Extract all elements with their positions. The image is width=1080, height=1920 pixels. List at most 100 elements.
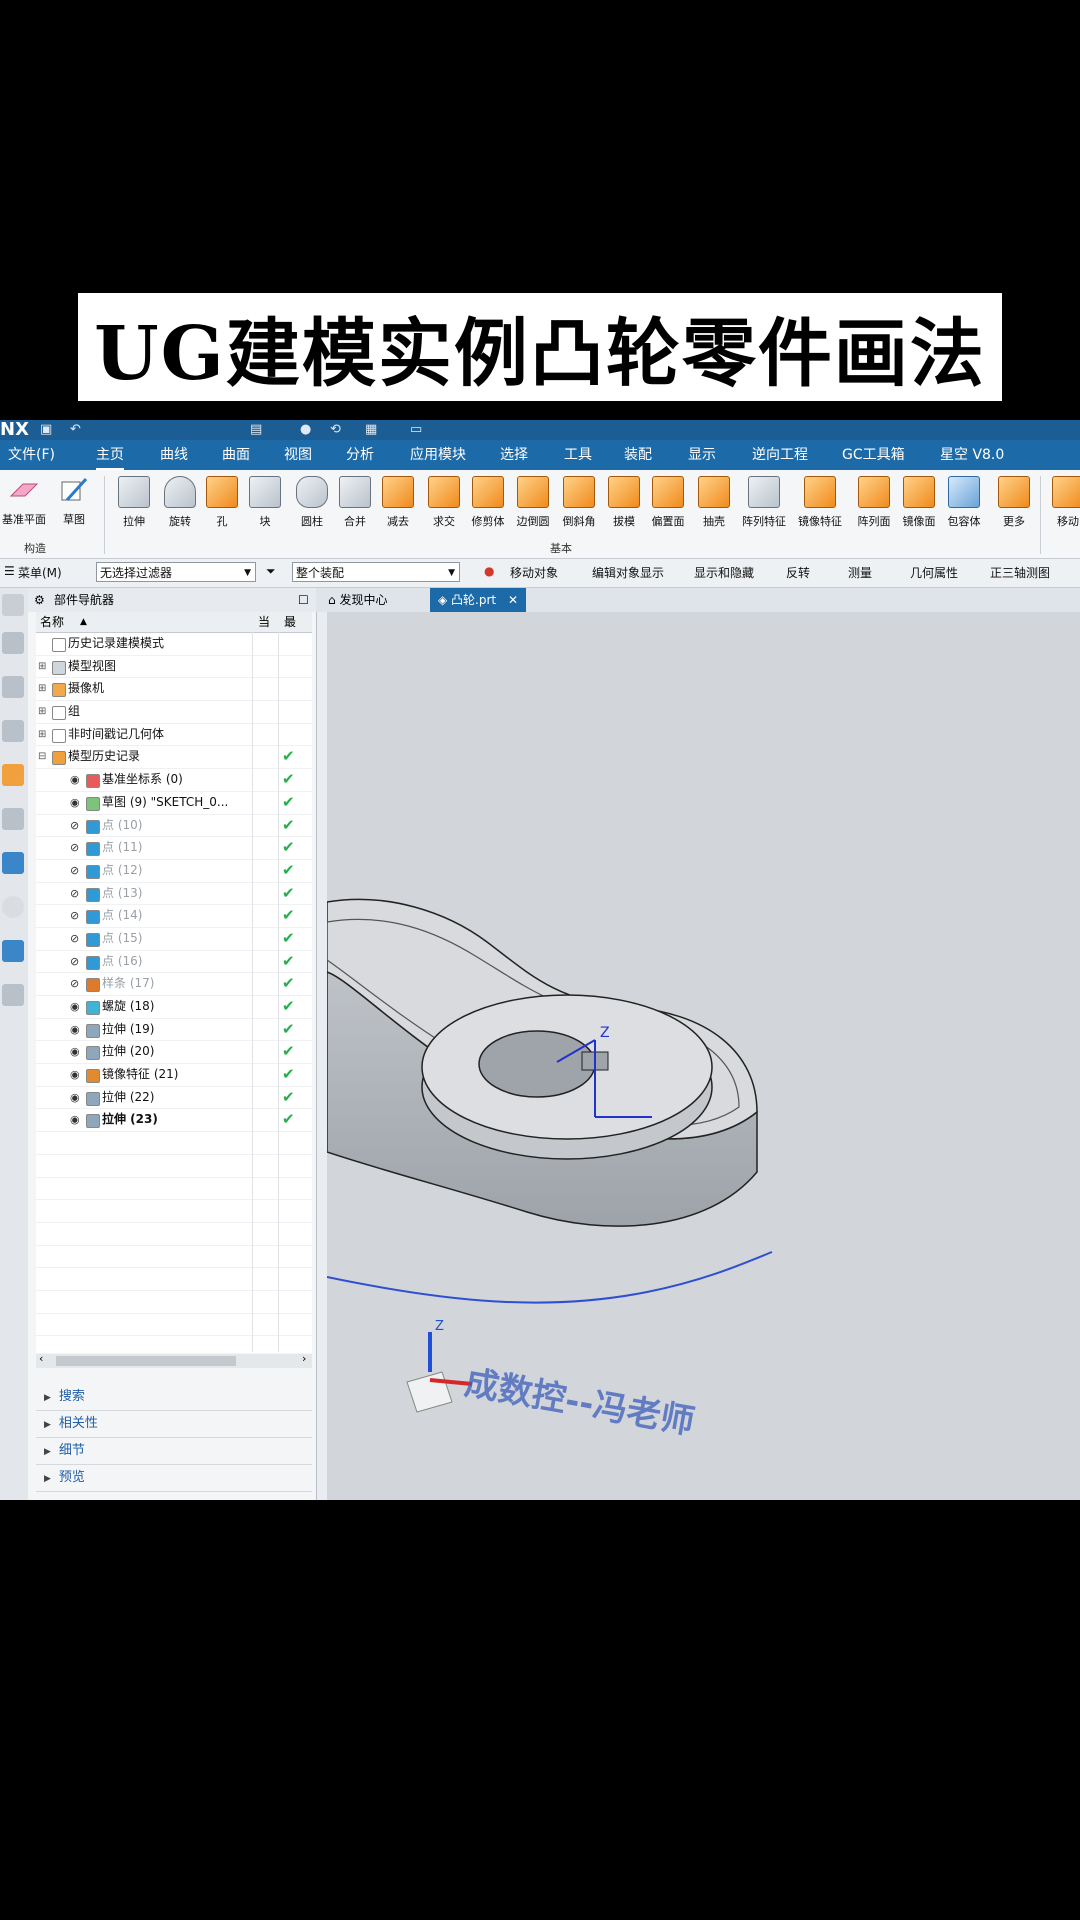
geometry-properties-button[interactable]: 几何属性	[910, 564, 958, 581]
expand-icon[interactable]: ⊞	[38, 678, 46, 700]
menu-toggle-icon[interactable]: ☰	[4, 564, 15, 578]
rotate-icon[interactable]: ⟲	[330, 422, 341, 437]
menu-curve[interactable]: 曲线	[160, 440, 188, 470]
pattern-feature-button[interactable]: 阵列特征	[742, 474, 786, 529]
menu-assembly[interactable]: 装配	[624, 440, 652, 470]
tab-cam-part[interactable]: ◈ 凸轮.prt ✕	[430, 588, 527, 612]
web-browser-icon[interactable]	[2, 852, 24, 874]
visible-eye-icon[interactable]: ◉	[70, 1019, 80, 1041]
sketch-button[interactable]: 草图	[52, 474, 96, 527]
assembly-navigator-icon[interactable]	[2, 676, 24, 698]
sort-ascending-icon[interactable]: ▲	[80, 612, 87, 632]
constraint-navigator-icon[interactable]	[2, 720, 24, 742]
tree-row[interactable]: ⊘ 点 (16) ✔	[36, 951, 312, 974]
tree-row[interactable]: 历史记录建模模式	[36, 633, 312, 656]
edit-display-button[interactable]: 编辑对象显示	[592, 564, 664, 581]
expand-icon[interactable]: ⊞	[38, 656, 46, 678]
hidden-eye-icon[interactable]: ⊘	[70, 837, 79, 859]
visible-eye-icon[interactable]: ◉	[70, 792, 80, 814]
expand-icon[interactable]: ⊞	[38, 724, 46, 746]
reuse-library-icon[interactable]	[2, 764, 24, 786]
collapse-icon[interactable]: ⊟	[38, 746, 46, 768]
close-icon[interactable]: ✕	[508, 593, 518, 607]
bounding-body-button[interactable]: 包容体	[942, 474, 986, 529]
tree-row[interactable]: ⊘ 点 (10) ✔	[36, 815, 312, 838]
microphone-icon[interactable]: ●	[300, 422, 311, 437]
role-icon[interactable]	[2, 808, 24, 830]
gear-icon[interactable]	[2, 594, 24, 616]
visible-eye-icon[interactable]: ◉	[70, 1041, 80, 1063]
tree-row[interactable]: ⊘ 点 (13) ✔	[36, 883, 312, 906]
tree-row[interactable]: ◉ 拉伸 (20) ✔	[36, 1041, 312, 1065]
hidden-eye-icon[interactable]: ⊘	[70, 973, 79, 995]
tree-row[interactable]: ◉ 拉伸 (22) ✔	[36, 1087, 312, 1110]
tree-row[interactable]: ⊘ 点 (12) ✔	[36, 860, 312, 883]
show-hide-button[interactable]: 显示和隐藏	[694, 564, 754, 581]
menu-xingkong[interactable]: 星空 V8.0	[940, 440, 1004, 470]
menu-surface[interactable]: 曲面	[222, 440, 250, 470]
hidden-eye-icon[interactable]: ⊘	[70, 928, 79, 950]
column-latest[interactable]: 最	[284, 612, 296, 632]
move-object-button[interactable]: 移动对象	[510, 564, 558, 581]
hidden-eye-icon[interactable]: ⊘	[70, 905, 79, 927]
trimetric-view-button[interactable]: 正三轴测图	[990, 564, 1050, 581]
tree-row[interactable]: ⊘ 点 (11) ✔	[36, 837, 312, 860]
graphics-viewport[interactable]: Z Z	[327, 612, 1080, 1500]
selection-filter-dropdown[interactable]: 无选择过滤器 ▼	[96, 562, 256, 582]
tree-row[interactable]: ⊟ 模型历史记录 ✔	[36, 746, 312, 770]
section-details[interactable]: ▶ 细节	[36, 1438, 312, 1465]
shell-button[interactable]: 抽壳	[692, 474, 736, 529]
tree-row[interactable]: ◉ 拉伸 (23) ✔	[36, 1109, 312, 1133]
hidden-eye-icon[interactable]: ⊘	[70, 815, 79, 837]
screen-icon[interactable]: ▭	[410, 422, 422, 437]
tree-row[interactable]: ⊞ 非时间戳记几何体	[36, 724, 312, 747]
history-clock-icon[interactable]	[2, 896, 24, 918]
tree-row[interactable]: ◉ 拉伸 (19) ✔	[36, 1019, 312, 1042]
mirror-feature-button[interactable]: 镜像特征	[798, 474, 842, 529]
maximize-icon[interactable]: ☐	[298, 588, 309, 612]
scroll-left-icon[interactable]: ‹	[39, 1352, 43, 1365]
layout-icon[interactable]: ▦	[365, 422, 377, 437]
window-icon[interactable]: ▤	[250, 422, 262, 437]
menu-select[interactable]: 选择	[500, 440, 528, 470]
hidden-eye-icon[interactable]: ⊘	[70, 860, 79, 882]
menu-file[interactable]: 文件(F)	[8, 440, 55, 470]
scope-dropdown[interactable]: 整个装配 ▼	[292, 562, 460, 582]
save-icon[interactable]: ▣	[40, 422, 52, 437]
section-preview[interactable]: ▶ 预览	[36, 1465, 312, 1492]
tree-row[interactable]: ⊘ 样条 (17) ✔	[36, 973, 312, 996]
menu-view[interactable]: 视图	[284, 440, 312, 470]
column-name[interactable]: 名称	[40, 612, 64, 632]
tree-row[interactable]: ◉ 草图 (9) "SKETCH_0... ✔	[36, 792, 312, 815]
measure-button[interactable]: 测量	[848, 564, 872, 581]
tree-row[interactable]: ⊞ 组	[36, 701, 312, 724]
horizontal-scrollbar[interactable]: ‹ ›	[36, 1352, 312, 1368]
tree-row[interactable]: ◉ 螺旋 (18) ✔	[36, 996, 312, 1019]
undo-icon[interactable]: ↶	[70, 422, 81, 437]
section-search[interactable]: ▶ 搜索	[36, 1384, 312, 1411]
tools-icon[interactable]	[2, 984, 24, 1006]
more-button[interactable]: 更多	[992, 474, 1036, 529]
visible-eye-icon[interactable]: ◉	[70, 996, 80, 1018]
menu-reverse-engineering[interactable]: 逆向工程	[752, 440, 808, 470]
tree-row[interactable]: ⊞ 模型视图	[36, 656, 312, 679]
scroll-right-icon[interactable]: ›	[302, 1352, 306, 1365]
visible-eye-icon[interactable]: ◉	[70, 769, 80, 791]
visible-eye-icon[interactable]: ◉	[70, 1087, 80, 1109]
menu-analysis[interactable]: 分析	[346, 440, 374, 470]
visible-eye-icon[interactable]: ◉	[70, 1064, 80, 1086]
menu-applications[interactable]: 应用模块	[410, 440, 466, 470]
menu-button[interactable]: 菜单(M)	[18, 564, 62, 581]
hidden-eye-icon[interactable]: ⊘	[70, 883, 79, 905]
tree-row[interactable]: ⊘ 点 (14) ✔	[36, 905, 312, 928]
tree-row[interactable]: ⊘ 点 (15) ✔	[36, 928, 312, 951]
filter-icon[interactable]: ⏷	[266, 564, 276, 579]
tab-discovery-center[interactable]: ⌂ 发现中心	[320, 588, 395, 612]
menu-display[interactable]: 显示	[688, 440, 716, 470]
expand-icon[interactable]: ⊞	[38, 701, 46, 723]
datum-plane-button[interactable]: 基准平面	[2, 474, 46, 527]
tree-row[interactable]: ◉ 基准坐标系 (0) ✔	[36, 769, 312, 792]
tree-row[interactable]: ⊞ 摄像机	[36, 678, 312, 702]
move-button[interactable]: 移动	[1046, 474, 1080, 529]
hidden-eye-icon[interactable]: ⊘	[70, 951, 79, 973]
